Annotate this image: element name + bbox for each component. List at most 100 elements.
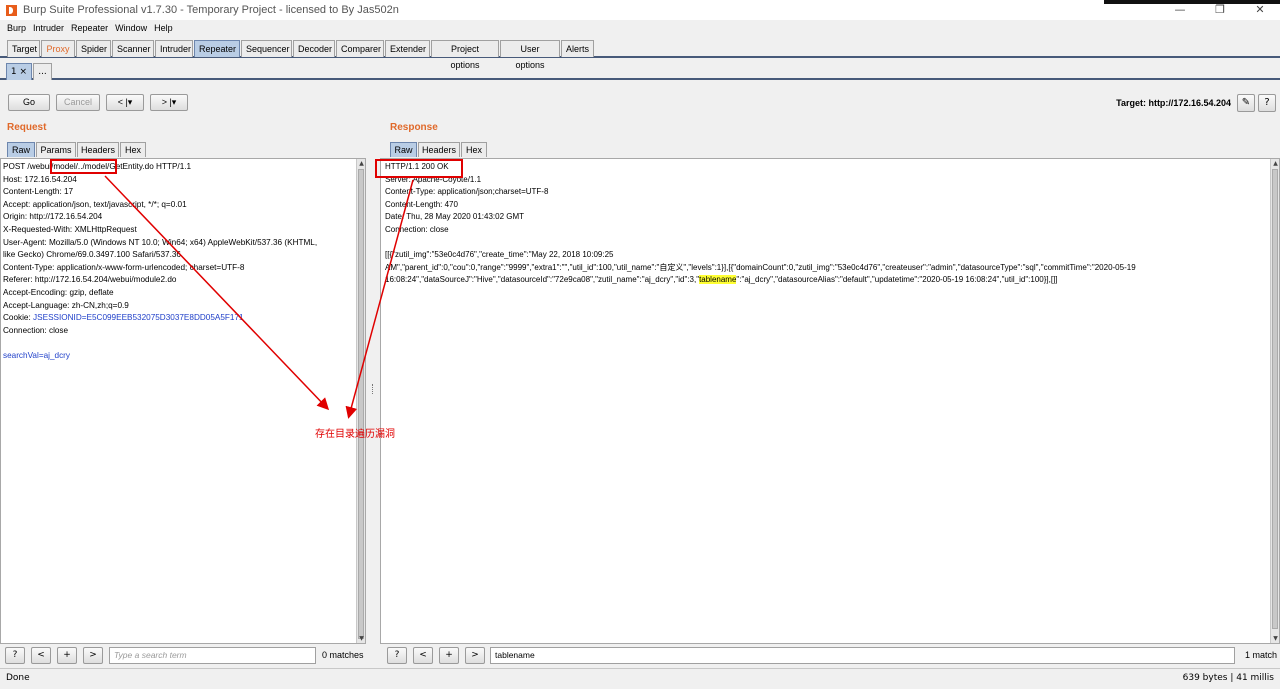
- response-body-line: 16:08:24","dataSourceJ":"Hive","datasour…: [383, 274, 1279, 287]
- scroll-thumb[interactable]: [1272, 169, 1278, 629]
- body-param-name: searchVal: [3, 350, 39, 360]
- response-scrollbar[interactable]: ▲ ▼: [1270, 159, 1279, 643]
- menu-intruder[interactable]: Intruder: [33, 23, 64, 33]
- tab-intruder[interactable]: Intruder: [155, 40, 193, 57]
- tab-spider[interactable]: Spider: [76, 40, 111, 57]
- title-bar: Burp Suite Professional v1.7.30 - Tempor…: [0, 0, 1280, 20]
- maximize-icon[interactable]: ❐: [1200, 0, 1240, 20]
- back-button[interactable]: < |▾: [106, 94, 144, 111]
- request-line: like Gecko) Chrome/69.0.3497.100 Safari/…: [3, 250, 181, 260]
- request-line: Host: 172.16.54.204: [3, 174, 77, 184]
- response-stats: 639 bytes | 41 millis: [1182, 673, 1274, 683]
- cookie-value: =E5C099EEB532075D3037E8DD05A5F171: [81, 313, 244, 323]
- path-traversal-highlight-box: [50, 159, 117, 174]
- response-search-help-button[interactable]: ?: [387, 647, 407, 664]
- response-search-next-button[interactable]: >: [465, 647, 485, 664]
- repeater-tab-new[interactable]: ...: [33, 63, 52, 80]
- minimize-icon[interactable]: —: [1160, 0, 1200, 20]
- tab-scanner[interactable]: Scanner: [112, 40, 154, 57]
- request-line: User-Agent: Mozilla/5.0 (Windows NT 10.0…: [3, 237, 318, 247]
- status-text: Done: [6, 673, 30, 683]
- menu-window[interactable]: Window: [115, 23, 147, 33]
- splitter-grip-icon[interactable]: [372, 384, 374, 394]
- response-line: Content-Type: application/json;charset=U…: [385, 187, 549, 197]
- tab-extender[interactable]: Extender: [385, 40, 430, 57]
- request-tab-raw[interactable]: Raw: [7, 142, 35, 157]
- menu-help[interactable]: Help: [154, 23, 173, 33]
- response-body-text: ":"aj_dcry","datasourceAlias":"default",…: [736, 275, 1058, 285]
- request-tab-params[interactable]: Params: [36, 142, 76, 157]
- response-match-count: 1 match: [1245, 650, 1278, 660]
- request-line: Origin: http://172.16.54.204: [3, 212, 103, 222]
- go-button[interactable]: Go: [8, 94, 50, 111]
- status-bar: Done 639 bytes | 41 millis: [0, 668, 1280, 689]
- response-body-line: [[{"zutil_img":"53e0c4d76","create_time"…: [385, 250, 614, 260]
- request-line: Accept: application/json, text/javascrip…: [3, 199, 187, 209]
- scroll-down-icon[interactable]: ▼: [1271, 634, 1279, 643]
- scroll-up-icon[interactable]: ▲: [1271, 159, 1279, 168]
- tab-proxy[interactable]: Proxy: [41, 40, 75, 57]
- menu-bar: Burp Intruder Repeater Window Help: [0, 20, 1280, 36]
- tab-project-options[interactable]: Project options: [431, 40, 499, 70]
- request-line: Content-Length: 17: [3, 187, 74, 197]
- response-line: [383, 237, 1279, 250]
- scroll-up-icon[interactable]: ▲: [357, 159, 365, 168]
- request-search-options-button[interactable]: +: [57, 647, 77, 664]
- scroll-down-icon[interactable]: ▼: [357, 634, 365, 643]
- request-search-next-button[interactable]: >: [83, 647, 103, 664]
- response-line: Content-Length: 470: [385, 199, 458, 209]
- response-body-text: 16:08:24","dataSourceJ":"Hive","datasour…: [385, 275, 700, 285]
- request-search-input[interactable]: Type a search term: [109, 647, 316, 664]
- cookie-label: Cookie:: [3, 313, 34, 323]
- response-tab-raw[interactable]: Raw: [390, 142, 417, 157]
- request-search-help-button[interactable]: ?: [5, 647, 25, 664]
- tab-target[interactable]: Target: [7, 40, 40, 57]
- response-editor[interactable]: HTTP/1.1 200 OK Server: Apache-Coyote/1.…: [380, 158, 1280, 644]
- request-editor[interactable]: POST /webui/model/../model/GetEntity.do …: [0, 158, 366, 644]
- response-search-prev-button[interactable]: <: [413, 647, 433, 664]
- request-line: Accept-Language: zh-CN,zh;q=0.9: [3, 300, 129, 310]
- response-line: Date: Thu, 28 May 2020 01:43:02 GMT: [385, 212, 525, 222]
- body-param-line: searchVal=aj_dcry: [1, 350, 365, 363]
- response-tab-headers[interactable]: Headers: [418, 142, 460, 157]
- request-match-count: 0 matches: [322, 650, 364, 660]
- menu-burp[interactable]: Burp: [7, 23, 26, 33]
- response-line: Server: Apache-Coyote/1.1: [385, 174, 482, 184]
- menu-repeater[interactable]: Repeater: [71, 23, 108, 33]
- close-icon[interactable]: ✕: [1240, 0, 1280, 20]
- response-line: Connection: close: [385, 224, 449, 234]
- window-title: Burp Suite Professional v1.7.30 - Tempor…: [23, 4, 399, 16]
- status-ok-highlight-box: [375, 159, 463, 178]
- tab-comparer[interactable]: Comparer: [336, 40, 384, 57]
- main-tab-bar: Target Proxy Spider Scanner Intruder Rep…: [0, 38, 1280, 70]
- request-scrollbar[interactable]: ▲ ▼: [356, 159, 365, 643]
- tab-repeater[interactable]: Repeater: [194, 40, 240, 57]
- request-tab-hex[interactable]: Hex: [120, 142, 146, 157]
- request-line: X-Requested-With: XMLHttpRequest: [3, 224, 137, 234]
- cancel-button[interactable]: Cancel: [56, 94, 100, 111]
- request-search-prev-button[interactable]: <: [31, 647, 51, 664]
- repeater-tab-bar: 1 × ...: [0, 60, 1280, 80]
- forward-button[interactable]: > |▾: [150, 94, 188, 111]
- edit-target-icon[interactable]: ✎: [1237, 94, 1255, 112]
- response-body-line: AM","parent_id":0,"cou":0,"range":"9999"…: [385, 262, 1136, 272]
- tab-sequencer[interactable]: Sequencer: [241, 40, 292, 57]
- response-tab-hex[interactable]: Hex: [461, 142, 487, 157]
- tab-alerts[interactable]: Alerts: [561, 40, 594, 57]
- help-icon[interactable]: ?: [1258, 94, 1276, 112]
- request-tab-headers[interactable]: Headers: [77, 142, 119, 157]
- tab-user-options[interactable]: User options: [500, 40, 560, 70]
- response-title: Response: [390, 122, 438, 133]
- cookie-line: Cookie: JSESSIONID=E5C099EEB532075D3037E…: [1, 312, 365, 325]
- repeater-tab-1[interactable]: 1 ×: [6, 63, 32, 80]
- tab-decoder[interactable]: Decoder: [293, 40, 335, 57]
- response-search-input[interactable]: tablename: [490, 647, 1235, 664]
- request-title: Request: [7, 122, 47, 133]
- response-search-options-button[interactable]: +: [439, 647, 459, 664]
- search-highlight: tablename: [699, 275, 737, 285]
- response-line: HTTP/1.1 200 OK: [385, 162, 449, 171]
- burp-logo-icon: [6, 4, 17, 16]
- scroll-thumb[interactable]: [358, 169, 364, 639]
- request-line: Connection: close: [3, 325, 69, 335]
- body-param-value: =aj_dcry: [38, 350, 70, 360]
